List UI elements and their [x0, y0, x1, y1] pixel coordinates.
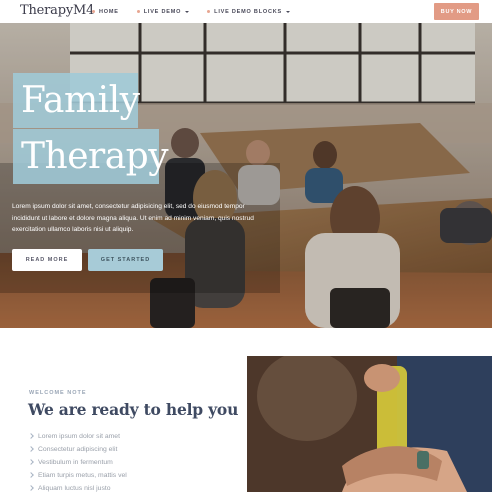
hero-section: Family Therapy Lorem ipsum dolor sit ame…	[0, 23, 492, 328]
chevron-down-icon	[185, 10, 190, 13]
list-item: Consectetur adipiscing elit	[28, 443, 127, 456]
list-item: Etiam turpis metus, mattis vel	[28, 469, 127, 482]
bullet-icon	[207, 10, 211, 13]
welcome-title: We are ready to help you	[28, 400, 239, 419]
list-item-label: Consectetur adipiscing elit	[38, 446, 118, 453]
site-logo[interactable]: TherapyM4	[20, 3, 94, 18]
nav-label: HOME	[99, 8, 119, 15]
nav-item-live-demo[interactable]: LIVE DEMO	[136, 8, 190, 15]
list-item-label: Etiam turpis metus, mattis vel	[38, 472, 127, 479]
hero-title-line2: Therapy	[13, 129, 169, 184]
list-item: Vestibulum in fermentum	[28, 456, 127, 469]
buy-now-button[interactable]: BUY NOW	[434, 3, 479, 20]
welcome-section: WELCOME NOTE We are ready to help you Lo…	[0, 328, 492, 492]
list-item-label: Vestibulum in fermentum	[38, 459, 113, 466]
hands-photo	[247, 356, 492, 492]
list-item-label: Lorem ipsum dolor sit amet	[38, 433, 120, 440]
check-icon	[28, 432, 34, 439]
nav-item-live-demo-blocks[interactable]: LIVE DEMO BLOCKS	[207, 9, 290, 15]
bullet-icon	[92, 10, 95, 13]
hero-description: Lorem ipsum dolor sit amet, consectetur …	[12, 203, 254, 233]
list-item: Lorem ipsum dolor sit amet	[28, 430, 127, 443]
nav-label: LIVE DEMO BLOCKS	[214, 8, 282, 15]
main-nav: HOME LIVE DEMO LIVE DEMO BLOCKS	[92, 0, 290, 23]
site-header: TherapyM4 HOME LIVE DEMO LIVE DEMO BLOCK…	[0, 0, 492, 23]
chevron-down-icon	[285, 10, 290, 13]
nav-label: LIVE DEMO	[143, 8, 182, 15]
hero-title-line1: Family	[13, 73, 140, 128]
list-item: Aliquam luctus nisl justo	[28, 482, 127, 492]
check-icon	[28, 458, 34, 465]
check-icon	[28, 445, 34, 452]
check-icon	[28, 484, 34, 491]
check-icon	[28, 471, 34, 478]
nav-item-home[interactable]: HOME	[92, 9, 119, 15]
bullet-icon	[136, 10, 140, 13]
read-more-button[interactable]: READ MORE	[12, 249, 82, 271]
feature-list: Lorem ipsum dolor sit amet Consectetur a…	[28, 430, 127, 492]
get-started-button[interactable]: GET STARTED	[88, 249, 163, 271]
welcome-eyebrow: WELCOME NOTE	[29, 390, 87, 396]
list-item-label: Aliquam luctus nisl justo	[38, 485, 111, 492]
